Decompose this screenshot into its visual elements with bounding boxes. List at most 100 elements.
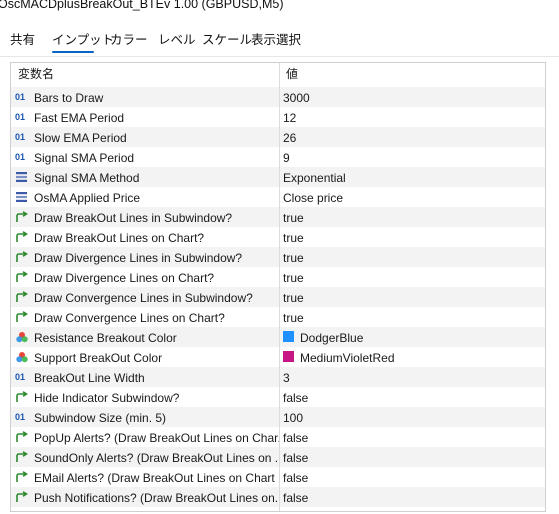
- parameter-name: Push Notifications? (Draw BreakOut Lines…: [34, 490, 279, 505]
- parameter-name-cell: 01 Fast EMA Period: [15, 107, 279, 127]
- column-header-name[interactable]: 変数名: [18, 63, 282, 86]
- parameter-name-cell: Draw Divergence Lines in Subwindow?: [15, 247, 279, 267]
- int-icon: 01: [15, 151, 26, 162]
- tab-share[interactable]: 共有: [10, 30, 35, 50]
- parameter-name: SoundOnly Alerts? (Draw BreakOut Lines o…: [34, 450, 279, 465]
- parameter-value-cell[interactable]: 3: [283, 367, 541, 387]
- window-title: OscMACDplusBreakOut_BTEv 1.00 (GBPUSD,M5…: [0, 0, 284, 11]
- parameter-value[interactable]: 3: [283, 371, 290, 385]
- parameter-value-cell[interactable]: 26: [283, 127, 541, 147]
- parameter-value-cell[interactable]: true: [283, 207, 541, 227]
- parameter-value-cell[interactable]: true: [283, 287, 541, 307]
- parameter-value[interactable]: false: [283, 451, 308, 465]
- parameter-value[interactable]: 3000: [283, 91, 310, 105]
- parameter-row[interactable]: 01 Bars to Draw 3000: [11, 87, 545, 107]
- inputs-grid[interactable]: 変数名 値 01 Bars to Draw 3000 01 Fast EMA Perio…: [10, 62, 546, 512]
- parameter-value-cell[interactable]: true: [283, 267, 541, 287]
- parameter-name-cell: Draw Divergence Lines on Chart?: [15, 267, 279, 287]
- grid-header: 変数名 値: [11, 63, 545, 86]
- color-swatch[interactable]: [283, 331, 294, 343]
- tab-colors[interactable]: カラー: [110, 30, 148, 50]
- parameter-value[interactable]: DodgerBlue: [300, 331, 363, 345]
- parameter-value[interactable]: 100: [283, 411, 303, 425]
- parameter-name-cell: OsMA Applied Price: [15, 187, 279, 207]
- color-swatch[interactable]: [283, 351, 294, 363]
- parameter-row[interactable]: Draw Convergence Lines on Chart? true: [11, 307, 545, 327]
- parameter-value[interactable]: false: [283, 391, 308, 405]
- parameter-row[interactable]: 01 Subwindow Size (min. 5) 100: [11, 407, 545, 427]
- tab-inputs[interactable]: インプット: [52, 30, 114, 50]
- bool-icon: [15, 310, 29, 323]
- parameter-row[interactable]: 01 Slow EMA Period 26: [11, 127, 545, 147]
- parameter-row[interactable]: Resistance Breakout Color DodgerBlue: [11, 327, 545, 347]
- parameter-name-cell: EMail Alerts? (Draw BreakOut Lines on Ch…: [15, 467, 279, 487]
- int-icon: 01: [15, 371, 26, 382]
- parameter-value-cell[interactable]: 12: [283, 107, 541, 127]
- parameter-row[interactable]: Draw Divergence Lines on Chart? true: [11, 267, 545, 287]
- parameter-value[interactable]: false: [283, 491, 308, 505]
- parameter-value-cell[interactable]: false: [283, 467, 541, 487]
- parameter-row[interactable]: Draw Convergence Lines in Subwindow? true: [11, 287, 545, 307]
- parameter-value-cell[interactable]: MediumVioletRed: [283, 347, 541, 367]
- parameter-name: Bars to Draw: [34, 90, 104, 105]
- parameter-value[interactable]: true: [283, 211, 304, 225]
- parameter-value[interactable]: false: [283, 471, 308, 485]
- parameter-value[interactable]: MediumVioletRed: [300, 351, 395, 365]
- parameter-value[interactable]: true: [283, 271, 304, 285]
- parameter-row[interactable]: Signal SMA Method Exponential: [11, 167, 545, 187]
- parameter-value[interactable]: false: [283, 431, 308, 445]
- parameter-value-cell[interactable]: Close price: [283, 187, 541, 207]
- column-header-value[interactable]: 値: [286, 63, 544, 86]
- parameter-value[interactable]: Exponential: [283, 171, 346, 185]
- parameter-value-cell[interactable]: DodgerBlue: [283, 327, 541, 347]
- parameter-row[interactable]: 01 Fast EMA Period 12: [11, 107, 545, 127]
- parameter-row[interactable]: Draw Divergence Lines in Subwindow? true: [11, 247, 545, 267]
- parameter-row[interactable]: Push Notifications? (Draw BreakOut Lines…: [11, 487, 545, 507]
- parameter-value-cell[interactable]: 100: [283, 407, 541, 427]
- parameter-name-cell: Draw Convergence Lines on Chart?: [15, 307, 279, 327]
- parameter-value-cell[interactable]: 9: [283, 147, 541, 167]
- parameter-value-cell[interactable]: true: [283, 227, 541, 247]
- parameter-name-cell: Support BreakOut Color: [15, 347, 279, 367]
- parameter-value-cell[interactable]: false: [283, 487, 541, 507]
- parameter-value[interactable]: 12: [283, 111, 296, 125]
- parameter-value-cell[interactable]: Exponential: [283, 167, 541, 187]
- parameter-row[interactable]: Hide Indicator Subwindow? false: [11, 387, 545, 407]
- parameter-value-cell[interactable]: false: [283, 387, 541, 407]
- parameter-value[interactable]: true: [283, 231, 304, 245]
- bool-icon: [15, 250, 29, 263]
- parameter-name-cell: 01 BreakOut Line Width: [15, 367, 279, 387]
- parameter-value-cell[interactable]: false: [283, 447, 541, 467]
- bool-icon: [15, 230, 29, 243]
- parameter-name-cell: Signal SMA Method: [15, 167, 279, 187]
- parameter-name-cell: 01 Bars to Draw: [15, 87, 279, 107]
- parameter-name-cell: SoundOnly Alerts? (Draw BreakOut Lines o…: [15, 447, 279, 467]
- parameter-row[interactable]: PopUp Alerts? (Draw BreakOut Lines on Ch…: [11, 427, 545, 447]
- tab-scale[interactable]: スケール: [202, 30, 252, 50]
- parameter-value-cell[interactable]: false: [283, 427, 541, 447]
- parameter-row[interactable]: Draw BreakOut Lines in Subwindow? true: [11, 207, 545, 227]
- parameter-value-cell[interactable]: true: [283, 247, 541, 267]
- parameter-value[interactable]: true: [283, 251, 304, 265]
- parameter-row[interactable]: 01 Signal SMA Period 9: [11, 147, 545, 167]
- parameter-value[interactable]: true: [283, 291, 304, 305]
- parameter-value[interactable]: true: [283, 311, 304, 325]
- parameter-name-cell: Draw BreakOut Lines on Chart?: [15, 227, 279, 247]
- parameter-row[interactable]: 01 BreakOut Line Width 3: [11, 367, 545, 387]
- parameter-row[interactable]: OsMA Applied Price Close price: [11, 187, 545, 207]
- parameter-value-cell[interactable]: 3000: [283, 87, 541, 107]
- tab-levels[interactable]: レベル: [158, 30, 196, 50]
- column-divider[interactable]: [279, 63, 280, 511]
- parameter-value[interactable]: 9: [283, 151, 290, 165]
- parameter-value[interactable]: 26: [283, 131, 296, 145]
- parameter-row[interactable]: EMail Alerts? (Draw BreakOut Lines on Ch…: [11, 467, 545, 487]
- parameter-row[interactable]: SoundOnly Alerts? (Draw BreakOut Lines o…: [11, 447, 545, 467]
- parameter-name-cell: Draw BreakOut Lines in Subwindow?: [15, 207, 279, 227]
- bool-icon: [15, 270, 29, 283]
- window-title-bar: OscMACDplusBreakOut_BTEv 1.00 (GBPUSD,M5…: [0, 0, 559, 20]
- parameter-value[interactable]: Close price: [283, 191, 343, 205]
- tab-visualization[interactable]: 表示選択: [251, 30, 301, 50]
- parameter-row[interactable]: Draw BreakOut Lines on Chart? true: [11, 227, 545, 247]
- parameter-value-cell[interactable]: true: [283, 307, 541, 327]
- parameter-row[interactable]: Support BreakOut Color MediumVioletRed: [11, 347, 545, 367]
